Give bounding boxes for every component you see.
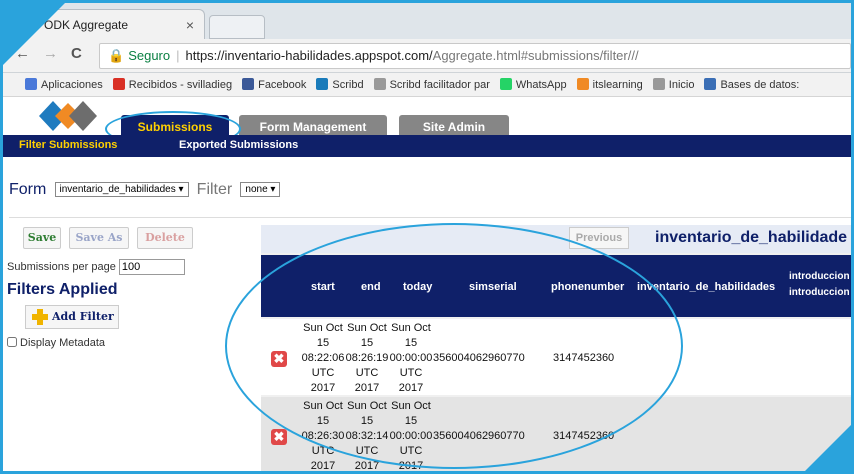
bookmark-label: itslearning xyxy=(592,79,643,91)
plus-icon xyxy=(32,309,48,325)
new-tab-button[interactable] xyxy=(209,15,265,39)
bookmark-item[interactable]: Inicio xyxy=(652,73,695,96)
save-button[interactable]: Save xyxy=(23,227,61,249)
form-select[interactable]: inventario_de_habilidades ▾ xyxy=(54,182,189,197)
bookmark-item[interactable]: Aplicaciones xyxy=(25,73,103,96)
subtab-exported-submissions[interactable]: Exported Submissions xyxy=(179,139,298,151)
bookmark-label: Facebook xyxy=(258,79,307,91)
form-label: Form xyxy=(9,181,47,198)
sub-navigation: Filter Submissions Exported Submissions xyxy=(3,135,851,157)
bookmark-label: Scribd facilitador par xyxy=(389,79,490,91)
bookmark-favicon-icon xyxy=(652,78,665,90)
url-path: Aggregate.html#submissions/filter/// xyxy=(432,48,639,63)
address-bar[interactable]: 🔒 Seguro | https://inventario-habilidades.a… xyxy=(99,43,851,69)
column-header-introduccion-1: introduccion xyxy=(789,271,850,282)
bookmark-favicon-icon xyxy=(316,78,329,90)
bookmark-item[interactable]: Scribd facilitador par xyxy=(373,73,490,96)
close-icon[interactable]: × xyxy=(186,17,194,33)
highlight-oval-table xyxy=(225,223,683,469)
filter-select[interactable]: none ▾ xyxy=(240,182,281,197)
bookmark-favicon-icon xyxy=(242,78,255,90)
bookmark-favicon-icon xyxy=(499,78,512,90)
bookmark-item[interactable]: Recibidos - svilladieg xyxy=(112,73,233,96)
add-filter-button[interactable]: Add Filter xyxy=(25,305,119,329)
reload-icon[interactable]: C xyxy=(71,45,82,62)
column-header-introduccion-2: introduccion xyxy=(789,287,850,298)
delete-button[interactable]: Delete xyxy=(137,227,193,249)
filters-applied-title: Filters Applied xyxy=(7,281,118,298)
bookmark-label: Recibidos - svilladieg xyxy=(128,79,233,91)
bookmark-label: Bases de datos: xyxy=(720,79,800,91)
bookmark-label: Scribd xyxy=(332,79,364,91)
bookmark-item[interactable]: WhatsApp xyxy=(499,73,567,96)
table-form-title: inventario_de_habilidade xyxy=(655,229,848,246)
delete-row-icon[interactable]: ✖ xyxy=(271,429,287,445)
corner-decoration xyxy=(3,3,65,65)
display-metadata-row: Display Metadata xyxy=(7,337,105,349)
browser-tab-strip: ODK Aggregate × xyxy=(3,3,851,39)
subtab-filter-submissions[interactable]: Filter Submissions xyxy=(19,139,117,151)
save-as-button[interactable]: Save As xyxy=(69,227,129,249)
bookmark-item[interactable]: Bases de datos: xyxy=(704,73,800,96)
browser-toolbar: ← → C 🔒 Seguro | https://inventario-habilid… xyxy=(3,39,851,73)
bookmark-favicon-icon xyxy=(373,78,386,90)
add-filter-label: Add Filter xyxy=(52,310,114,323)
display-metadata-label: Display Metadata xyxy=(20,337,105,349)
per-page-row: Submissions per page xyxy=(7,259,185,275)
bookmark-favicon-icon xyxy=(112,78,125,90)
filter-panel: Save Save As Delete Submissions per page… xyxy=(3,223,261,471)
divider xyxy=(9,217,851,218)
bookmark-item[interactable]: Scribd xyxy=(316,73,364,96)
per-page-input[interactable] xyxy=(118,259,185,275)
corner-decoration xyxy=(805,425,851,471)
per-page-label: Submissions per page xyxy=(7,261,116,273)
bookmark-favicon-icon xyxy=(576,78,589,90)
bookmark-label: Aplicaciones xyxy=(41,79,103,91)
url-host: https://inventario-habilidades.appspot.c… xyxy=(185,48,433,63)
bookmarks-bar: Aplicaciones Recibidos - svilladieg Facebo… xyxy=(3,73,851,97)
bookmark-label: Inicio xyxy=(668,79,695,91)
bookmark-label: WhatsApp xyxy=(515,79,567,91)
filter-label: Filter xyxy=(196,181,233,198)
display-metadata-checkbox[interactable] xyxy=(7,337,17,347)
secure-label: Seguro xyxy=(128,48,171,63)
bookmark-favicon-icon xyxy=(704,78,717,90)
bookmark-favicon-icon xyxy=(25,78,37,90)
bookmark-item[interactable]: itslearning xyxy=(576,73,643,96)
bookmark-item[interactable]: Facebook xyxy=(242,73,307,96)
screenshot-frame: ODK Aggregate × ← → C 🔒 Seguro | https://in… xyxy=(0,0,854,474)
form-selector-row: Form inventario_de_habilidades ▾ Filter … xyxy=(9,181,284,199)
lock-icon: 🔒 xyxy=(108,48,125,63)
